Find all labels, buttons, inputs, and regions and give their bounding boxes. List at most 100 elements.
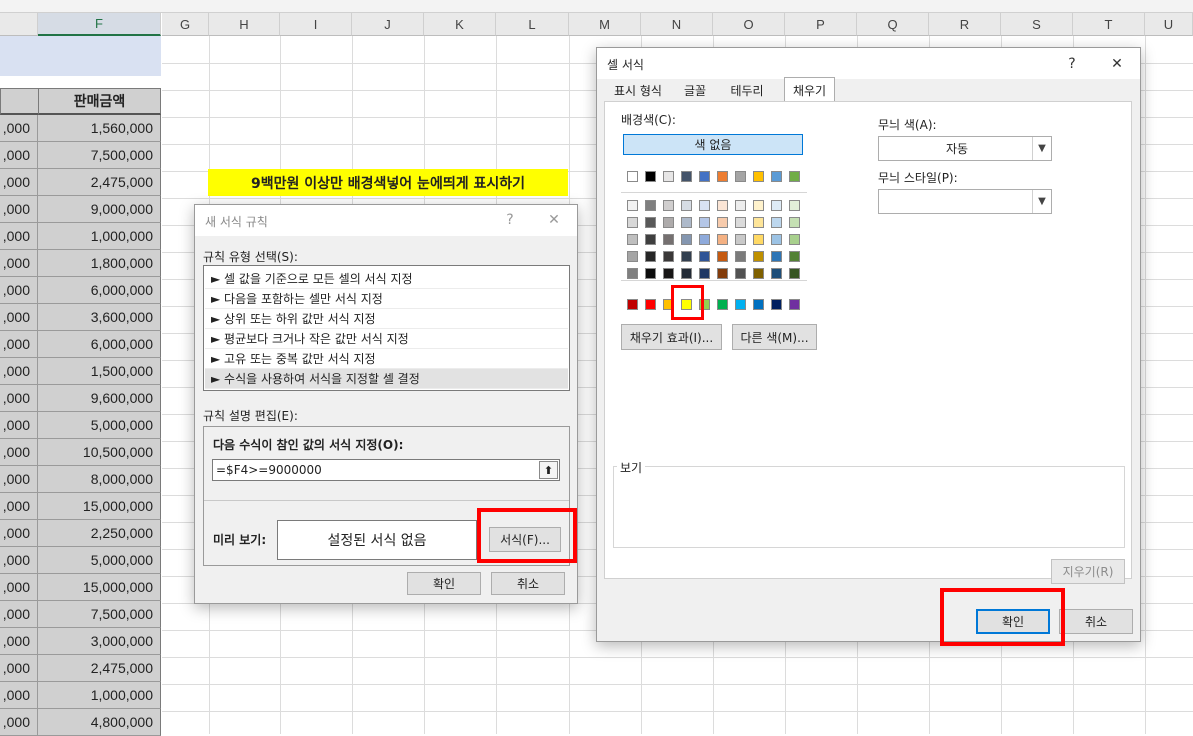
theme-shade-swatch[interactable] (627, 234, 638, 245)
rule-type-item[interactable]: ► 상위 또는 하위 값만 서식 지정 (205, 309, 568, 329)
theme-shade-swatch[interactable] (771, 200, 782, 211)
standard-color-swatch[interactable] (663, 299, 674, 310)
theme-shade-swatch[interactable] (789, 234, 800, 245)
column-header-p[interactable]: P (785, 13, 857, 36)
standard-color-swatch[interactable] (699, 299, 710, 310)
cell-e[interactable]: ,000 (0, 142, 38, 169)
rule-type-item[interactable]: ► 고유 또는 중복 값만 서식 지정 (205, 349, 568, 369)
theme-shade-swatch[interactable] (663, 268, 674, 279)
cell-f[interactable]: 7,500,000 (38, 601, 161, 628)
cell-e[interactable]: ,000 (0, 466, 38, 493)
cancel-button[interactable]: 취소 (491, 572, 565, 595)
clear-button[interactable]: 지우기(R) (1051, 559, 1125, 584)
more-colors-button[interactable]: 다른 색(M)... (732, 324, 817, 350)
close-icon[interactable]: ✕ (1107, 54, 1127, 74)
theme-color-swatch[interactable] (699, 171, 710, 182)
column-header-r[interactable]: R (929, 13, 1001, 36)
ok-button[interactable]: 확인 (407, 572, 481, 595)
cell-f[interactable]: 6,000,000 (38, 331, 161, 358)
theme-shade-swatch[interactable] (681, 268, 692, 279)
theme-color-swatch[interactable] (717, 171, 728, 182)
cell-e[interactable]: ,000 (0, 655, 38, 682)
highlight-note-cell[interactable]: 9백만원 이상만 배경색넣어 눈에띄게 표시하기 (208, 169, 568, 196)
header-cell-e[interactable] (0, 88, 38, 115)
theme-shade-swatch[interactable] (699, 268, 710, 279)
column-header-t[interactable]: T (1073, 13, 1145, 36)
theme-shade-swatch[interactable] (735, 234, 746, 245)
theme-color-swatch[interactable] (663, 171, 674, 182)
theme-shade-swatch[interactable] (789, 251, 800, 262)
header-cell-f[interactable]: 판매금액 (38, 88, 161, 115)
cell-f[interactable]: 9,000,000 (38, 196, 161, 223)
theme-shade-swatch[interactable] (681, 217, 692, 228)
column-header-u[interactable]: U (1145, 13, 1193, 36)
standard-color-swatch[interactable] (735, 299, 746, 310)
standard-color-swatch[interactable] (645, 299, 656, 310)
theme-shade-swatch[interactable] (663, 234, 674, 245)
theme-shade-swatch[interactable] (627, 217, 638, 228)
cell-e[interactable]: ,000 (0, 439, 38, 466)
rule-type-item[interactable]: ► 평균보다 크거나 작은 값만 서식 지정 (205, 329, 568, 349)
theme-shade-swatch[interactable] (645, 217, 656, 228)
cell-e[interactable]: ,000 (0, 520, 38, 547)
column-header-o[interactable]: O (713, 13, 785, 36)
cell-e[interactable]: ,000 (0, 277, 38, 304)
cell-f[interactable]: 15,000,000 (38, 493, 161, 520)
fill-effects-button[interactable]: 채우기 효과(I)... (621, 324, 722, 350)
cell-e[interactable]: ,000 (0, 196, 38, 223)
standard-color-swatch[interactable] (627, 299, 638, 310)
theme-shade-swatch[interactable] (681, 200, 692, 211)
cell-e[interactable]: ,000 (0, 304, 38, 331)
theme-shade-swatch[interactable] (753, 251, 764, 262)
column-header-m[interactable]: M (569, 13, 641, 36)
rule-type-item[interactable]: ► 다음을 포함하는 셀만 서식 지정 (205, 289, 568, 309)
tab-border[interactable]: 테두리 (723, 79, 771, 101)
standard-color-swatch[interactable] (789, 299, 800, 310)
cell-e[interactable]: ,000 (0, 682, 38, 709)
cell-f[interactable]: 7,500,000 (38, 142, 161, 169)
theme-shade-swatch[interactable] (663, 251, 674, 262)
standard-color-swatch[interactable] (771, 299, 782, 310)
standard-color-swatch[interactable] (717, 299, 728, 310)
cell-e[interactable]: ,000 (0, 628, 38, 655)
theme-shade-swatch[interactable] (699, 217, 710, 228)
theme-shade-swatch[interactable] (699, 251, 710, 262)
theme-color-swatch[interactable] (681, 171, 692, 182)
cell-e[interactable]: ,000 (0, 412, 38, 439)
theme-shade-swatch[interactable] (771, 268, 782, 279)
cell-f[interactable]: 1,500,000 (38, 358, 161, 385)
cell-f[interactable]: 6,000,000 (38, 277, 161, 304)
column-header-s[interactable]: S (1001, 13, 1073, 36)
theme-color-swatch[interactable] (753, 171, 764, 182)
column-header-q[interactable]: Q (857, 13, 929, 36)
standard-color-swatch[interactable] (753, 299, 764, 310)
column-header-e[interactable] (0, 13, 38, 36)
theme-shade-swatch[interactable] (699, 200, 710, 211)
cell-e[interactable]: ,000 (0, 250, 38, 277)
help-icon[interactable]: ? (1062, 54, 1082, 74)
title-merged-cell[interactable] (0, 36, 161, 76)
tab-fill[interactable]: 채우기 (784, 77, 835, 102)
cell-e[interactable]: ,000 (0, 115, 38, 142)
column-header-i[interactable]: I (280, 13, 352, 36)
theme-color-swatch[interactable] (645, 171, 656, 182)
theme-shade-swatch[interactable] (663, 200, 674, 211)
format-button[interactable]: 서식(F)... (489, 527, 561, 552)
cell-f[interactable]: 2,475,000 (38, 655, 161, 682)
column-header-l[interactable]: L (496, 13, 569, 36)
help-icon[interactable]: ? (500, 210, 520, 230)
cell-e[interactable]: ,000 (0, 358, 38, 385)
cell-f[interactable]: 5,000,000 (38, 412, 161, 439)
theme-shade-swatch[interactable] (753, 217, 764, 228)
theme-shade-swatch[interactable] (717, 200, 728, 211)
column-header-j[interactable]: J (352, 13, 424, 36)
theme-shade-swatch[interactable] (717, 234, 728, 245)
cell-e[interactable]: ,000 (0, 574, 38, 601)
cell-f[interactable]: 8,000,000 (38, 466, 161, 493)
ok-button[interactable]: 확인 (976, 609, 1050, 634)
theme-shade-swatch[interactable] (627, 251, 638, 262)
cell-e[interactable]: ,000 (0, 223, 38, 250)
cell-f[interactable]: 2,250,000 (38, 520, 161, 547)
cell-f[interactable]: 9,600,000 (38, 385, 161, 412)
cell-f[interactable]: 2,475,000 (38, 169, 161, 196)
